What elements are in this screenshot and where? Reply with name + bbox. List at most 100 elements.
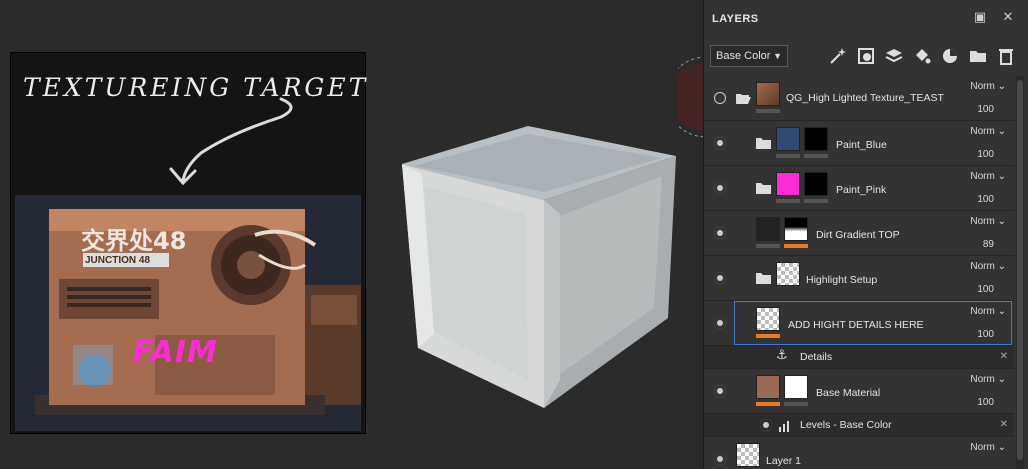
mask-bar [756, 244, 780, 248]
visibility-toggle-icon[interactable] [714, 317, 726, 329]
layer-thumbnail [776, 262, 800, 286]
panel-title: LAYERS [712, 13, 759, 25]
layer-name: Dirt Gradient TOP [816, 229, 900, 241]
opacity-value[interactable]: 100 [977, 397, 994, 408]
layer-name: Highlight Setup [806, 274, 878, 286]
scrollbar-thumb[interactable] [1017, 80, 1023, 460]
layer-name: Paint_Pink [836, 184, 887, 196]
layer-name: QG_High Lighted Texture_TEAST [786, 92, 944, 104]
layer-thumbnail [776, 172, 800, 196]
mask-bar-active [756, 402, 780, 406]
opacity-value[interactable]: 100 [977, 149, 994, 160]
layer-row[interactable]: QG_High Lighted Texture_TEAST Norm ⌄ 100 [704, 76, 1014, 121]
layer-row[interactable]: Paint_Pink Norm ⌄ 100 [704, 166, 1014, 211]
visibility-toggle-icon[interactable] [714, 137, 726, 149]
close-panel-icon[interactable]: ✕ [1000, 10, 1016, 26]
panel-header: LAYERS ▣ ✕ [704, 0, 1028, 38]
float-panel-icon[interactable]: ▣ [972, 10, 988, 26]
layer-row[interactable]: Dirt Gradient TOP Norm ⌄ 89 [704, 211, 1014, 256]
visibility-toggle-icon[interactable] [714, 182, 726, 194]
mask-thumbnail [784, 375, 808, 399]
add-fill-layer-icon[interactable] [912, 46, 932, 66]
mask-thumbnail [804, 127, 828, 151]
substance-painter-workspace: TEXTUREING TARGET 交界处48 JUNCTION 48 FAIM… [0, 0, 1028, 469]
reference-sign-sub: JUNCTION 48 [85, 255, 151, 266]
layer-name: Paint_Blue [836, 139, 887, 151]
mask-thumbnail [804, 172, 828, 196]
layer-row[interactable]: Highlight Setup Norm ⌄ 100 [704, 256, 1014, 301]
layer-name: Base Material [816, 387, 881, 399]
opacity-value[interactable]: 89 [983, 239, 994, 250]
layer-name: Layer 1 [766, 455, 802, 467]
opacity-value[interactable]: 100 [977, 284, 994, 295]
channel-dropdown[interactable]: Base Color ▼ [710, 45, 788, 67]
blend-mode-dropdown[interactable]: Norm ⌄ [970, 374, 1006, 385]
mask-thumbnail [784, 217, 808, 241]
visibility-toggle-icon[interactable] [760, 419, 772, 431]
folder-icon [756, 183, 771, 194]
reference-artwork: 交界处48 JUNCTION 48 FAIM [15, 195, 361, 431]
layer-thumbnail [776, 127, 800, 151]
visibility-toggle-icon[interactable] [714, 453, 726, 465]
delete-icon[interactable] [996, 46, 1016, 66]
channel-value: Base Color [716, 50, 771, 62]
3d-cube-model[interactable] [394, 122, 686, 412]
layer-name: ADD HIGHT DETAILS HERE [788, 319, 924, 331]
blend-mode-dropdown[interactable]: Norm ⌄ [970, 171, 1006, 182]
reference-image: TEXTUREING TARGET 交界处48 JUNCTION 48 FAIM [10, 52, 366, 434]
smart-material-icon[interactable] [940, 46, 960, 66]
mask-bar [776, 154, 800, 158]
open-folder-icon [736, 94, 751, 104]
opacity-value[interactable]: 100 [977, 194, 994, 205]
layer-row[interactable]: Layer 1 Norm ⌄ [704, 437, 1014, 469]
opacity-value[interactable]: 100 [977, 329, 994, 340]
folder-icon [756, 273, 771, 284]
layer-row[interactable]: Base Material Norm ⌄ 100 [704, 369, 1014, 414]
blend-mode-dropdown[interactable]: Norm ⌄ [970, 306, 1006, 317]
visibility-toggle-icon[interactable] [714, 385, 726, 397]
layers-toolbar: Base Color ▼ [704, 38, 1028, 74]
add-mask-icon[interactable] [856, 46, 876, 66]
visibility-toggle-icon[interactable] [714, 272, 726, 284]
layer-thumbnail [736, 443, 760, 467]
visibility-toggle-icon[interactable] [714, 92, 726, 104]
layer-thumbnail [756, 307, 780, 331]
mask-bar [804, 199, 828, 203]
reference-graffiti: FAIM [133, 335, 218, 370]
mask-bar [756, 109, 780, 113]
add-layer-icon[interactable] [884, 46, 904, 66]
mask-bar [784, 402, 808, 406]
blend-mode-dropdown[interactable]: Norm ⌄ [970, 126, 1006, 137]
reference-sign-text: 交界处48 [81, 227, 187, 255]
blend-mode-dropdown[interactable]: Norm ⌄ [970, 216, 1006, 227]
layers-scrollbar[interactable] [1016, 76, 1024, 469]
levels-icon [779, 421, 789, 432]
layer-stack: QG_High Lighted Texture_TEAST Norm ⌄ 100… [704, 76, 1014, 469]
mask-bar [804, 154, 828, 158]
layer-row-selected[interactable]: ADD HIGHT DETAILS HERE Norm ⌄ 100 [704, 301, 1014, 346]
blend-mode-dropdown[interactable]: Norm ⌄ [970, 442, 1006, 453]
layer-thumbnail [756, 217, 780, 241]
blend-mode-dropdown[interactable]: Norm ⌄ [970, 81, 1006, 92]
add-folder-icon[interactable] [968, 46, 988, 66]
remove-effect-icon[interactable]: ✕ [1000, 419, 1008, 430]
visibility-toggle-icon[interactable] [714, 227, 726, 239]
effect-row[interactable]: ⚓ Details ✕ [704, 346, 1014, 369]
layer-row[interactable]: Paint_Blue Norm ⌄ 100 [704, 121, 1014, 166]
add-effect-icon[interactable] [828, 46, 848, 66]
blend-mode-dropdown[interactable]: Norm ⌄ [970, 261, 1006, 272]
layer-thumbnail [756, 82, 780, 106]
mask-bar-active [784, 244, 808, 248]
effect-name: Levels - Base Color [800, 419, 892, 431]
effect-name: Details [800, 351, 833, 363]
anchor-icon: ⚓ [776, 348, 788, 363]
folder-icon [756, 138, 771, 149]
effect-row[interactable]: Levels - Base Color ✕ [704, 414, 1014, 437]
chevron-down-icon: ▼ [773, 51, 782, 61]
mask-bar-active [756, 334, 780, 338]
layer-thumbnail [756, 375, 780, 399]
remove-effect-icon[interactable]: ✕ [1000, 351, 1008, 362]
opacity-value[interactable]: 100 [977, 104, 994, 115]
mask-bar [776, 199, 800, 203]
curved-arrow-icon [169, 97, 293, 186]
